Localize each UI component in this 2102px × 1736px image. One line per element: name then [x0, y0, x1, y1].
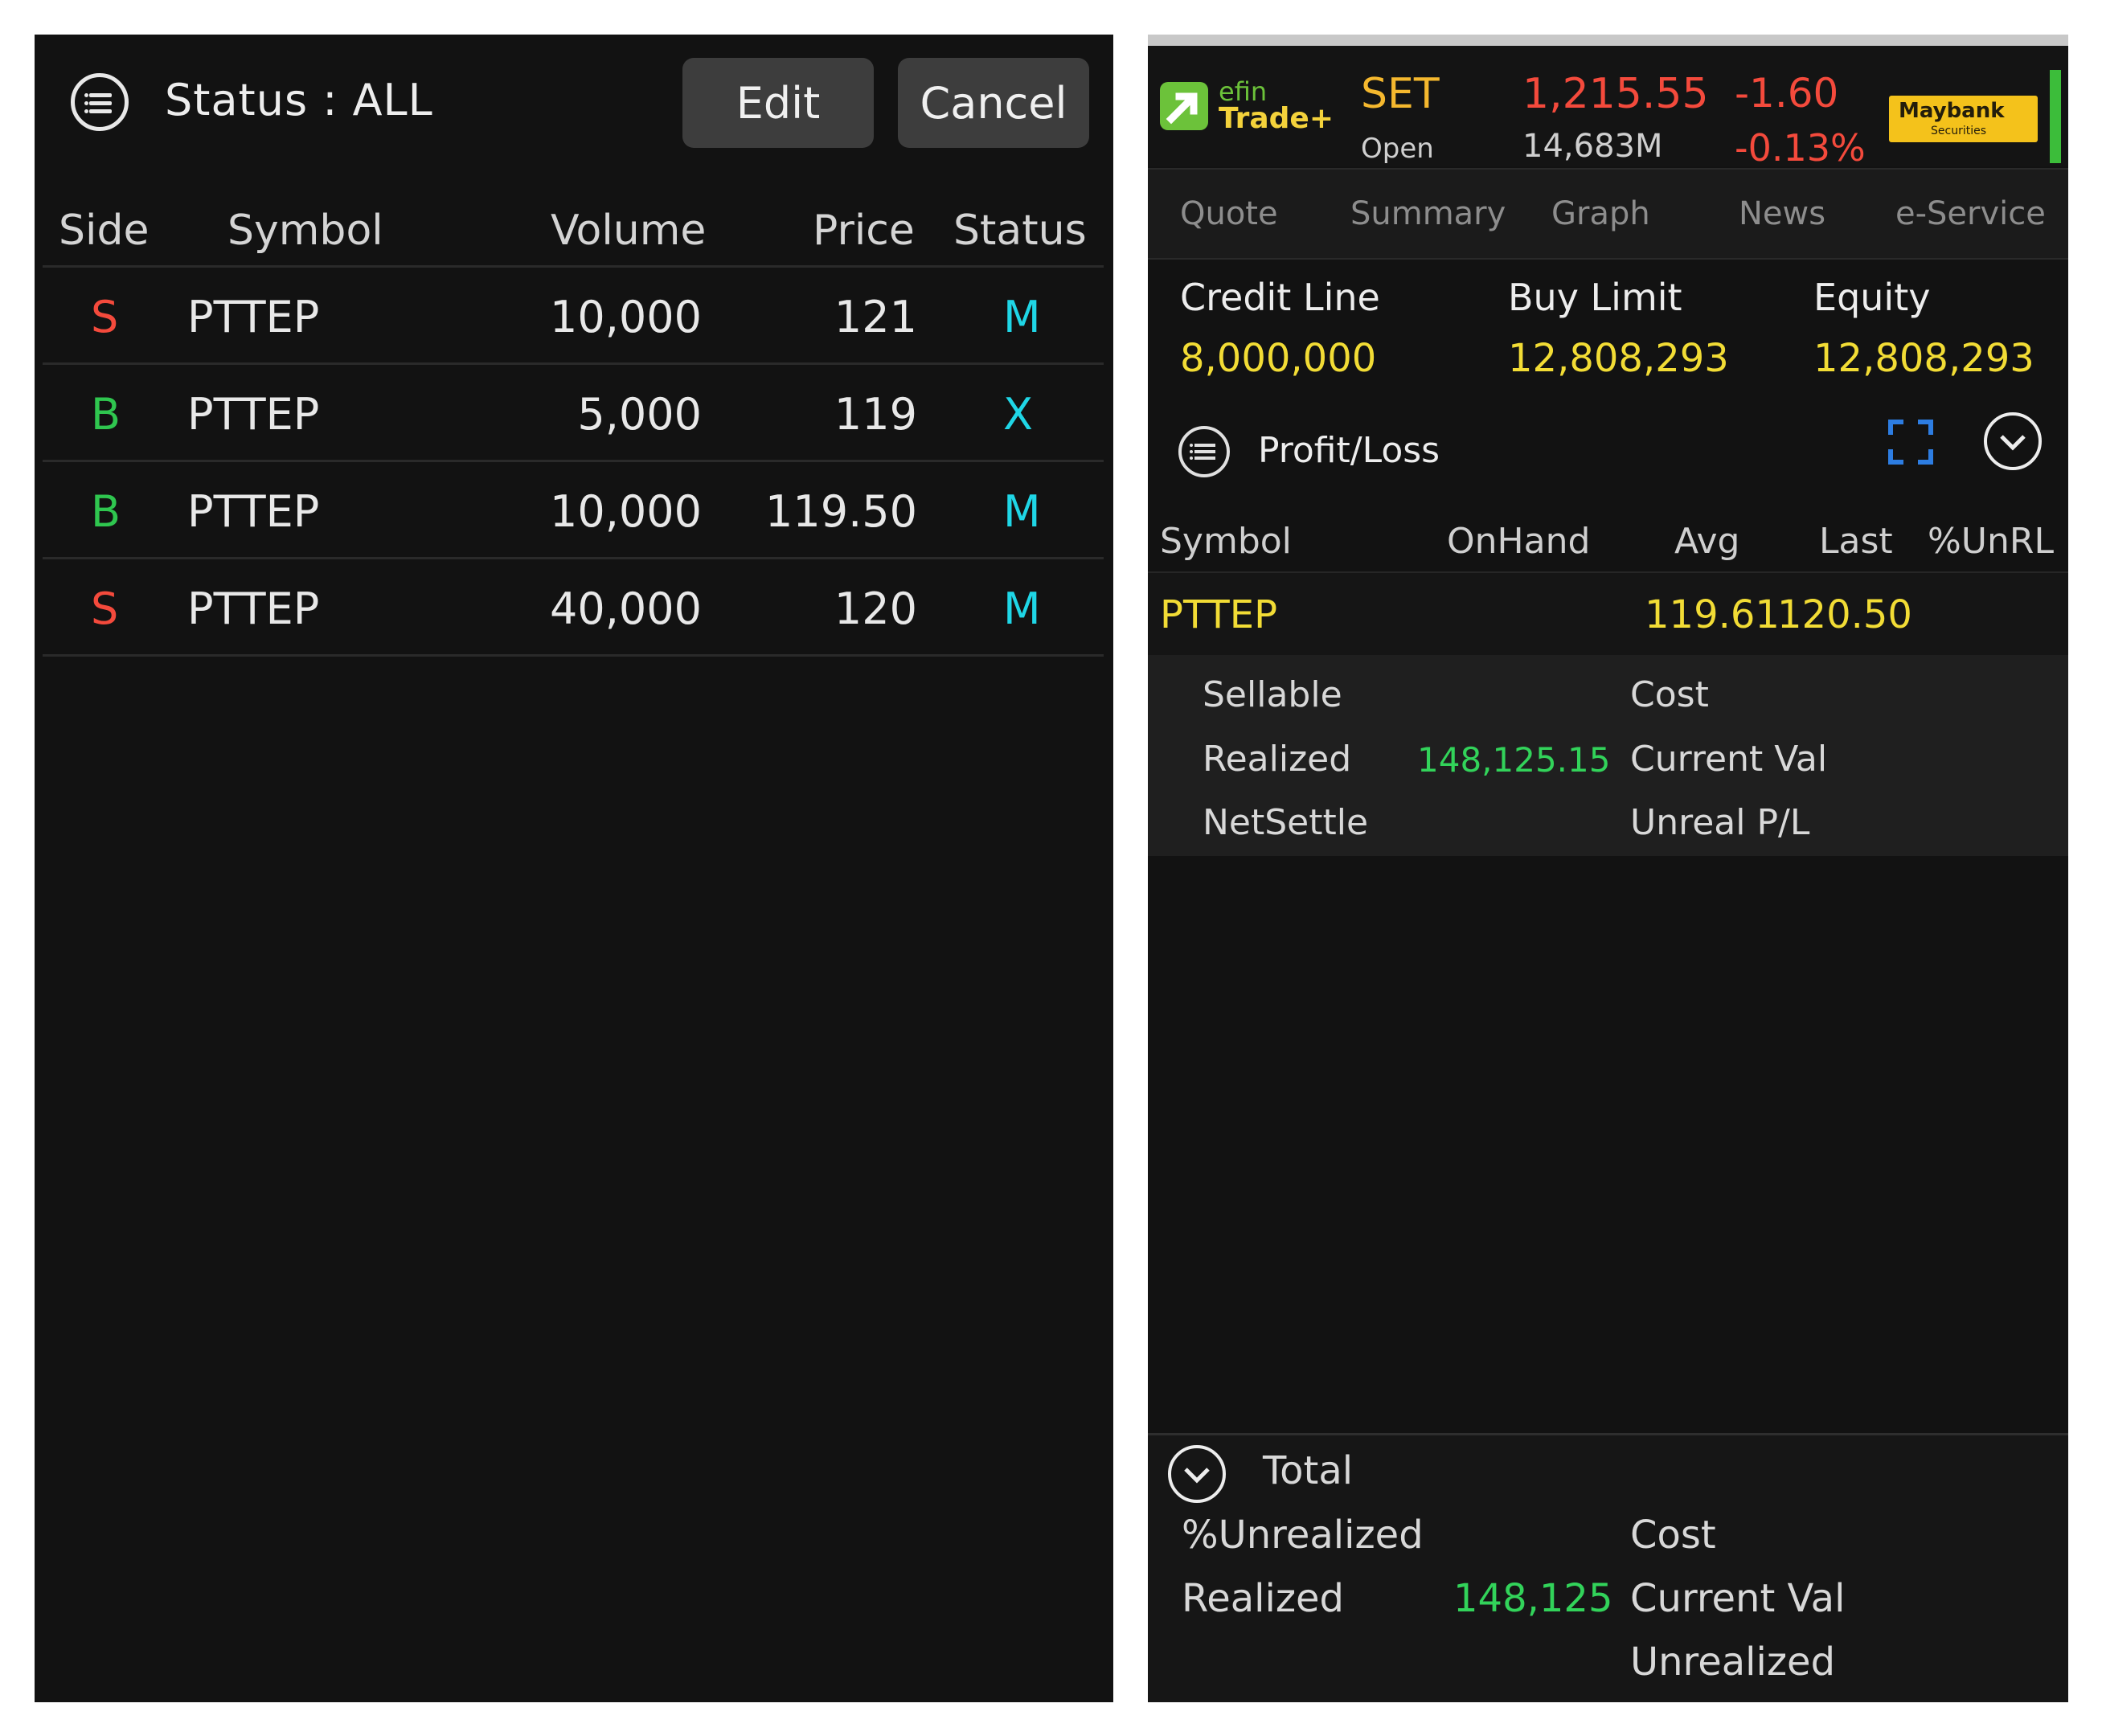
order-list-panel: Status : ALL Edit Cancel Side Symbol Vol… — [35, 35, 1113, 1702]
equity-label: Equity — [1813, 276, 1931, 319]
tab-e-service[interactable]: e-Service — [1895, 195, 2046, 232]
top-bar — [1148, 35, 2068, 46]
pl-last: 120.50 — [1777, 592, 1912, 637]
order-volume: 10,000 — [550, 292, 702, 342]
total-summary: Total %Unrealized Cost Realized 148,125 … — [1148, 1433, 2068, 1702]
unrealized-pct-label: %Unrealized — [1182, 1513, 1424, 1558]
credit-line-label: Credit Line — [1180, 276, 1380, 319]
tab-news[interactable]: News — [1739, 195, 1825, 232]
efin-logo-icon — [1160, 82, 1208, 130]
profit-loss-title: Profit/Loss — [1258, 430, 1440, 471]
market-change: -1.60 — [1735, 70, 1839, 117]
current-val-label: Current Val — [1630, 739, 1828, 780]
order-status: M — [1003, 486, 1041, 537]
status-indicator — [2050, 70, 2061, 163]
chevron-down-icon[interactable] — [1168, 1445, 1226, 1503]
order-side: B — [91, 389, 121, 440]
pl-detail-panel: Sellable Cost Realized 148,125.15 Curren… — [1148, 655, 2068, 856]
total-realized-label: Realized — [1182, 1576, 1345, 1621]
order-price: 119 — [834, 389, 917, 440]
pl-avg: 119.61 — [1645, 592, 1780, 637]
order-side: B — [91, 486, 121, 537]
order-status: M — [1003, 292, 1041, 342]
col-unrl: %UnRL — [1928, 521, 2054, 562]
maybank-logo: Maybank Securities — [1889, 96, 2038, 142]
order-row[interactable]: B PTTEP 5,000 119 X — [43, 362, 1104, 460]
cost-label: Cost — [1630, 674, 1709, 715]
col-volume: Volume — [551, 207, 707, 255]
total-cost-label: Cost — [1630, 1513, 1716, 1558]
order-side: S — [91, 583, 119, 634]
total-title: Total — [1263, 1448, 1354, 1493]
buy-limit-label: Buy Limit — [1508, 276, 1682, 319]
equity-value: 12,808,293 — [1813, 336, 2034, 381]
sellable-label: Sellable — [1203, 674, 1342, 715]
list-menu-icon[interactable] — [71, 73, 129, 131]
col-status: Status — [953, 207, 1087, 255]
realized-label: Realized — [1203, 739, 1352, 780]
portfolio-panel: efin Trade+ SET Open 1,215.55 14,683M -1… — [1148, 35, 2068, 1702]
cancel-button[interactable]: Cancel — [898, 58, 1089, 148]
order-row[interactable]: S PTTEP 10,000 121 M — [43, 265, 1104, 362]
chevron-down-icon[interactable] — [1984, 412, 2042, 470]
order-row[interactable]: S PTTEP 40,000 120 M — [43, 557, 1104, 654]
order-table-header: Side Symbol Volume Price Status — [35, 207, 1113, 271]
col-last: Last — [1819, 521, 1893, 562]
unreal-pl-label: Unreal P/L — [1630, 802, 1810, 843]
col-symbol: Symbol — [227, 207, 383, 255]
order-row[interactable]: B PTTEP 10,000 119.50 M — [43, 460, 1104, 557]
col-symbol: Symbol — [1160, 521, 1292, 562]
expand-icon[interactable] — [1887, 419, 1934, 465]
order-list-header: Status : ALL Edit Cancel — [35, 35, 1113, 155]
order-symbol: PTTEP — [187, 292, 320, 342]
market-header: efin Trade+ SET Open 1,215.55 14,683M -1… — [1148, 46, 2068, 170]
market-change-pct: -0.13% — [1735, 126, 1866, 170]
total-current-val-label: Current Val — [1630, 1576, 1846, 1621]
netsettle-label: NetSettle — [1203, 802, 1369, 843]
col-price: Price — [813, 207, 915, 255]
logo-trade-text: Trade+ — [1219, 102, 1334, 135]
col-onhand: OnHand — [1447, 521, 1591, 562]
pl-symbol: PTTEP — [1160, 592, 1278, 637]
order-status: M — [1003, 583, 1041, 634]
edit-button[interactable]: Edit — [682, 58, 874, 148]
realized-value: 148,125.15 — [1417, 740, 1611, 780]
col-side: Side — [59, 207, 150, 255]
col-avg: Avg — [1674, 521, 1740, 562]
order-price: 121 — [834, 292, 917, 342]
order-volume: 40,000 — [550, 583, 702, 634]
credit-line-value: 8,000,000 — [1180, 336, 1377, 381]
order-price: 119.50 — [765, 486, 917, 537]
divider — [43, 654, 1104, 657]
broker-name: Maybank — [1899, 99, 2005, 123]
market-index: 1,215.55 — [1522, 70, 1709, 118]
order-volume: 5,000 — [577, 389, 702, 440]
buy-limit-value: 12,808,293 — [1508, 336, 1729, 381]
order-status: X — [1003, 389, 1033, 440]
tab-summary[interactable]: Summary — [1350, 195, 1506, 232]
total-unrealized-label: Unrealized — [1630, 1640, 1836, 1685]
order-symbol: PTTEP — [187, 583, 320, 634]
order-price: 120 — [834, 583, 917, 634]
order-side: S — [91, 292, 119, 342]
market-volume: 14,683M — [1522, 128, 1663, 165]
list-menu-icon[interactable] — [1178, 426, 1230, 477]
order-symbol: PTTEP — [187, 486, 320, 537]
broker-sub: Securities — [1931, 125, 1987, 137]
nav-tabs: Quote Summary Graph News e-Service — [1148, 168, 2068, 260]
status-filter[interactable]: Status : ALL — [165, 75, 433, 125]
market-state: Open — [1361, 133, 1434, 165]
order-symbol: PTTEP — [187, 389, 320, 440]
order-volume: 10,000 — [550, 486, 702, 537]
tab-quote[interactable]: Quote — [1180, 195, 1278, 232]
tab-graph[interactable]: Graph — [1551, 195, 1650, 232]
market-name: SET — [1361, 70, 1440, 118]
total-realized-value: 148,125 — [1453, 1576, 1613, 1621]
pl-table-row[interactable]: PTTEP 119.61 120.50 — [1148, 571, 2068, 655]
